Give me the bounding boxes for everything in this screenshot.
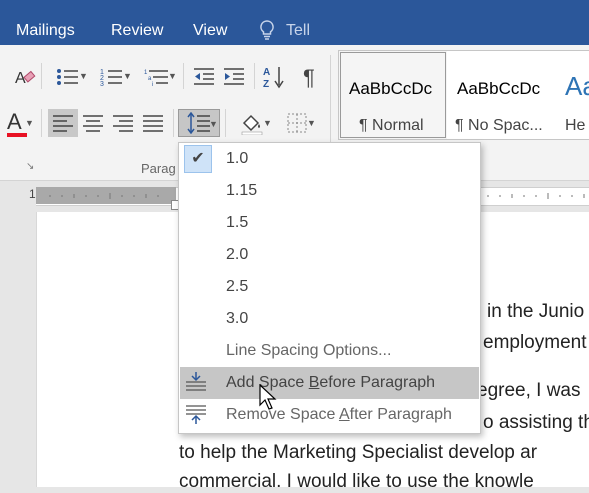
svg-text:Z: Z xyxy=(263,79,269,89)
justify-button[interactable] xyxy=(138,109,168,137)
style-heading[interactable]: Aa He xyxy=(555,51,589,139)
line-spacing-option-3-0[interactable]: 3.0 xyxy=(180,303,479,335)
align-left-button[interactable] xyxy=(48,109,78,137)
sort-button[interactable]: A Z xyxy=(260,63,288,91)
dialog-launcher-icon[interactable]: ↘ xyxy=(26,161,34,172)
ribbon-divider xyxy=(41,63,42,89)
line-spacing-option-2-0[interactable]: 2.0 xyxy=(180,239,479,271)
style-name: He xyxy=(565,117,586,134)
chevron-down-icon: ▼ xyxy=(168,71,177,81)
style-name: ¶ No Spac... xyxy=(455,117,543,134)
lightbulb-icon xyxy=(260,20,274,40)
chevron-down-icon: ▼ xyxy=(123,71,132,81)
menu-item-label: 3.0 xyxy=(226,310,249,327)
style-normal[interactable]: AaBbCcDc ¶ Normal xyxy=(339,51,447,139)
tab-mailings[interactable]: Mailings xyxy=(16,0,75,45)
ribbon-tab-bar: Mailings Review View Tell me what you wa… xyxy=(0,0,589,411)
menu-item-label: 1.15 xyxy=(226,182,258,199)
line-spacing-button[interactable]: ▼ xyxy=(178,109,220,137)
document-line: employment xyxy=(483,332,587,353)
decrease-indent-button[interactable] xyxy=(190,63,218,91)
multilevel-list-button[interactable]: 1 a i ▼ xyxy=(136,63,177,91)
decrease-indent-icon xyxy=(194,68,214,85)
menu-item-label: Add Space Before Paragraph xyxy=(226,374,436,391)
line-spacing-option-1-0[interactable]: ✔ 1.0 xyxy=(180,143,479,175)
chevron-down-icon: ▼ xyxy=(209,119,218,129)
align-right-button[interactable] xyxy=(108,109,138,137)
line-spacing-option-1-5[interactable]: 1.5 xyxy=(180,207,479,239)
menu-item-label: Line Spacing Options... xyxy=(226,342,392,359)
add-space-before-icon xyxy=(186,372,206,391)
tab-view[interactable]: View xyxy=(193,0,227,45)
style-name: ¶ Normal xyxy=(359,117,424,134)
menu-item-label: 2.0 xyxy=(226,246,249,263)
eraser-icon: A xyxy=(15,70,36,87)
style-sample: AaBbCcDc xyxy=(349,79,433,98)
paint-bucket-icon xyxy=(241,114,263,135)
svg-text:A: A xyxy=(263,67,270,78)
bullets-icon xyxy=(57,69,78,85)
paragraph-group-label: Parag xyxy=(141,161,176,176)
pilcrow-icon: ¶ xyxy=(303,65,315,89)
shading-button[interactable]: ▼ xyxy=(232,109,272,137)
justify-icon xyxy=(143,115,163,132)
align-left-icon xyxy=(53,115,73,132)
line-spacing-menu: ✔ 1.0 1.15 1.5 2.0 2.5 3.0 Line Spacing … xyxy=(178,142,481,434)
line-spacing-options-button[interactable]: Line Spacing Options... xyxy=(180,335,479,367)
svg-text:A: A xyxy=(15,70,26,87)
menu-item-label: 2.5 xyxy=(226,278,249,295)
numbering-button[interactable]: 1 2 3 ▼ xyxy=(92,63,132,91)
font-color-icon: A xyxy=(7,109,27,137)
ribbon-divider xyxy=(225,109,226,137)
menu-item-label: 1.0 xyxy=(226,150,249,167)
document-line: to help the Marketing Specialist develop… xyxy=(179,442,538,463)
chevron-down-icon: ▼ xyxy=(263,118,272,128)
styles-gallery: AaBbCcDc ¶ Normal AaBbCcDc ¶ No Spac... … xyxy=(338,50,589,140)
checkmark-icon: ✔ xyxy=(184,145,212,173)
chevron-down-icon: ▼ xyxy=(307,118,316,128)
svg-text:A: A xyxy=(7,109,22,134)
tab-review[interactable]: Review xyxy=(111,0,163,45)
borders-button[interactable]: ▼ xyxy=(276,109,318,137)
ribbon-divider xyxy=(41,109,42,137)
borders-icon xyxy=(287,113,307,133)
align-right-icon xyxy=(113,115,133,132)
increase-indent-icon xyxy=(224,68,244,85)
line-paragraph-spacing-icon xyxy=(187,112,210,134)
show-formatting-marks-button[interactable]: ¶ xyxy=(298,63,326,91)
document-line: egree, I was xyxy=(477,380,581,401)
ribbon-divider xyxy=(183,63,184,89)
document-line: in the Junio xyxy=(487,301,585,322)
document-line: o assisting th xyxy=(483,412,589,433)
font-color-button[interactable]: A ▼ xyxy=(0,109,34,137)
line-spacing-option-2-5[interactable]: 2.5 xyxy=(180,271,479,303)
menu-item-label: 1.5 xyxy=(226,214,249,231)
svg-text:i: i xyxy=(152,82,153,88)
clear-formatting-button[interactable]: A xyxy=(12,63,38,91)
chevron-down-icon: ▼ xyxy=(79,71,88,81)
mouse-pointer-icon xyxy=(259,384,277,410)
svg-text:3: 3 xyxy=(100,81,104,88)
remove-space-after-paragraph[interactable]: Remove Space After Paragraph xyxy=(180,399,479,431)
style-sample: AaBbCcDc xyxy=(457,79,541,98)
style-sample: Aa xyxy=(565,71,589,101)
multilevel-list-icon: 1 a i xyxy=(144,70,168,88)
align-center-icon xyxy=(83,115,103,132)
style-no-spacing[interactable]: AaBbCcDc ¶ No Spac... xyxy=(447,51,555,139)
sort-icon: A Z xyxy=(263,67,284,89)
add-space-before-paragraph[interactable]: Add Space Before Paragraph xyxy=(180,367,479,399)
svg-text:¶: ¶ xyxy=(303,65,315,89)
align-center-button[interactable] xyxy=(78,109,108,137)
ruler-number: 1 xyxy=(29,187,36,201)
bullets-button[interactable]: ▼ xyxy=(48,63,88,91)
numbering-icon: 1 2 3 xyxy=(100,69,122,88)
document-line: commercial. I would like to use the know… xyxy=(179,471,534,492)
line-spacing-option-1-15[interactable]: 1.15 xyxy=(180,175,479,207)
increase-indent-button[interactable] xyxy=(220,63,248,91)
ribbon-divider xyxy=(254,63,255,89)
ribbon-divider xyxy=(173,109,174,137)
remove-space-after-icon xyxy=(186,405,206,424)
chevron-down-icon: ▼ xyxy=(25,118,34,128)
